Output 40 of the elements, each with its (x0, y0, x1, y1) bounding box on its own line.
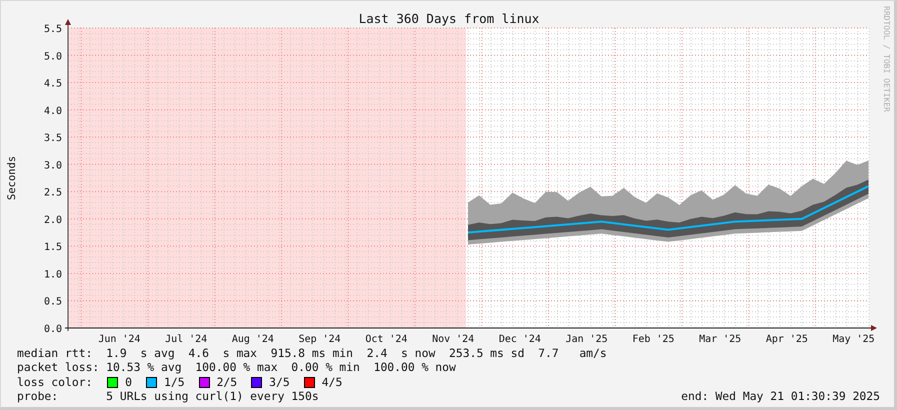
chart-title: Last 360 Days from linux (358, 11, 540, 26)
y-tick-label: 3.5 (44, 133, 62, 144)
y-tick-label: 2.0 (44, 214, 62, 226)
legend-values: 10.53 % avg 100.00 % max 0.00 % min 100.00 % now (106, 360, 456, 375)
swatch-label: 2/5 (216, 374, 238, 390)
legend-label: probe: (17, 389, 60, 404)
y-tick-label: 1.0 (44, 269, 62, 280)
x-tick-label: May '25 (832, 334, 875, 345)
x-tick-label: Apr '25 (766, 334, 808, 345)
legend-label: packet loss: (17, 360, 100, 375)
y-tick-label: 5.5 (44, 24, 62, 35)
swatch-label: 0 (125, 374, 132, 390)
x-tick-label: Feb '25 (632, 334, 674, 345)
y-tick-label: 4.0 (44, 106, 62, 117)
y-tick-label: 1.5 (44, 242, 62, 254)
y-axis-label: Seconds (6, 156, 18, 200)
swatch-label: 3/5 (269, 374, 290, 390)
legend-label: median rtt: (17, 346, 94, 360)
x-tick-label: Jul '24 (165, 334, 208, 345)
y-tick-label: 2.5 (44, 188, 62, 199)
end-time: end: Wed May 21 01:30:39 2025 (681, 389, 880, 404)
x-tick-label: Nov '24 (432, 334, 474, 345)
legend-values: 1.9 s avg 4.6 s max 915.8 ms min 2.4 s now 253.5 ms sd 7.7 am/s (106, 346, 607, 360)
legend-values: 5 URLs using curl(1) every 150s (106, 389, 319, 404)
x-tick-label: Oct '24 (365, 334, 408, 345)
swatch-label: 4/5 (322, 374, 342, 390)
x-tick-label: Mar '25 (699, 334, 742, 345)
side-text: RRDTOOL / TOBI OETIKER (882, 6, 891, 112)
x-tick-label: Jun '24 (98, 334, 140, 345)
swatch-label: 1/5 (164, 374, 185, 390)
legend-label: loss color: (17, 374, 94, 390)
x-tick-label: Sep '24 (298, 334, 341, 345)
x-tick-label: Aug '24 (232, 334, 274, 345)
x-tick-label: Jan '25 (566, 334, 608, 345)
y-tick-label: 5.0 (44, 51, 62, 62)
y-tick-label: 0.0 (44, 324, 62, 335)
y-tick-label: 4.5 (44, 78, 62, 90)
y-tick-label: 0.5 (44, 296, 62, 308)
x-tick-label: Dec '24 (498, 334, 541, 345)
y-tick-label: 3.0 (44, 160, 62, 172)
